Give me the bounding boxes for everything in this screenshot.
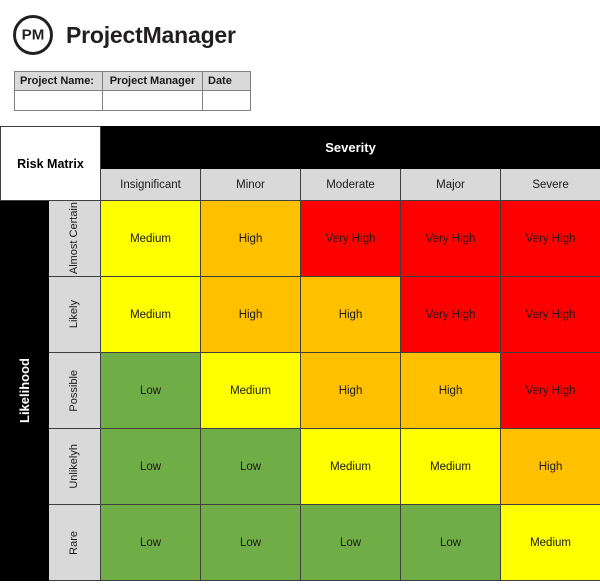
risk-cell-almost-certain-moderate[interactable]: Very High — [300, 200, 402, 277]
likelihood-level-label: Likely — [68, 300, 80, 329]
likelihood-level-label: Almost Certain — [68, 202, 80, 275]
risk-cell-possible-severe[interactable]: Very High — [500, 352, 600, 429]
risk-cell-almost-certain-major[interactable]: Very High — [400, 200, 502, 277]
matrix-severity-row: Risk Matrix Severity — [0, 126, 600, 201]
brand-name: ProjectManager — [66, 21, 236, 48]
severity-level-severe: Severe — [500, 168, 600, 201]
risk-cell-likely-major[interactable]: Very High — [400, 276, 502, 353]
risk-cell-rare-minor[interactable]: Low — [200, 504, 302, 581]
matrix-row: Unlikelyh Low Low Medium Medium High — [1, 428, 600, 505]
severity-level-major: Major — [400, 168, 502, 201]
project-manager-input[interactable] — [102, 90, 203, 111]
risk-cell-possible-major[interactable]: High — [400, 352, 502, 429]
likelihood-level-almost-certain: Almost Certain — [47, 200, 102, 277]
risk-cell-almost-certain-minor[interactable]: High — [200, 200, 302, 277]
risk-cell-unlikelyh-insignificant[interactable]: Low — [100, 428, 202, 505]
risk-cell-almost-certain-insignificant[interactable]: Medium — [100, 200, 202, 277]
likelihood-axis-label: Likelihood — [17, 358, 32, 423]
project-info-input-row — [14, 90, 251, 111]
date-label: Date — [202, 71, 251, 91]
project-manager-label: Project Manager — [102, 71, 203, 91]
risk-cell-unlikelyh-major[interactable]: Medium — [400, 428, 502, 505]
risk-cell-possible-moderate[interactable]: High — [300, 352, 402, 429]
risk-cell-unlikelyh-minor[interactable]: Low — [200, 428, 302, 505]
matrix-row: Likely Medium High High Very High Very High — [1, 276, 600, 353]
risk-cell-possible-minor[interactable]: Medium — [200, 352, 302, 429]
risk-cell-rare-severe[interactable]: Medium — [500, 504, 600, 581]
likelihood-level-possible: Possible — [47, 352, 102, 429]
risk-cell-possible-insignificant[interactable]: Low — [100, 352, 202, 429]
likelihood-level-likely: Likely — [47, 276, 102, 353]
matrix-body: Likelihood Almost Certain Medium High Very H… — [0, 200, 600, 581]
project-info-table: Project Name: Project Manager Date — [14, 71, 251, 111]
severity-level-minor: Minor — [200, 168, 302, 201]
risk-cell-likely-insignificant[interactable]: Medium — [100, 276, 202, 353]
matrix-row: Possible Low Medium High High Very High — [1, 352, 600, 429]
risk-matrix-page: PM ProjectManager Project Name: Project … — [0, 0, 600, 584]
risk-cell-unlikelyh-severe[interactable]: High — [500, 428, 600, 505]
matrix-corner-label: Risk Matrix — [0, 126, 102, 201]
date-input[interactable] — [202, 90, 251, 111]
likelihood-level-label: Rare — [68, 530, 80, 555]
likelihood-axis-cell: Likelihood — [0, 200, 49, 581]
likelihood-level-label: Unlikelyh — [68, 444, 80, 489]
risk-cell-almost-certain-severe[interactable]: Very High — [500, 200, 600, 277]
svg-text:PM: PM — [22, 27, 45, 44]
likelihood-level-rare: Rare — [47, 504, 102, 581]
risk-matrix-table: Risk Matrix Severity Insignificant Minor… — [0, 126, 600, 581]
risk-cell-rare-insignificant[interactable]: Low — [100, 504, 202, 581]
project-name-label: Project Name: — [14, 71, 103, 91]
matrix-row: Rare Low Low Low Low Medium — [1, 504, 600, 581]
likelihood-level-label: Possible — [68, 369, 80, 412]
matrix-row: Likelihood Almost Certain Medium High Very H… — [0, 200, 600, 581]
risk-cell-likely-severe[interactable]: Very High — [500, 276, 600, 353]
project-info-header-row: Project Name: Project Manager Date — [14, 71, 251, 91]
risk-cell-likely-minor[interactable]: High — [200, 276, 302, 353]
severity-axis-label: Severity — [100, 126, 600, 169]
project-name-input[interactable] — [14, 90, 103, 111]
risk-cell-rare-major[interactable]: Low — [400, 504, 502, 581]
severity-level-moderate: Moderate — [300, 168, 402, 201]
likelihood-level-unlikelyh: Unlikelyh — [47, 428, 102, 505]
pm-circle-logo-icon: PM — [13, 15, 53, 55]
risk-cell-unlikelyh-moderate[interactable]: Medium — [300, 428, 402, 505]
risk-cell-likely-moderate[interactable]: High — [300, 276, 402, 353]
brand-header: PM ProjectManager — [12, 12, 236, 58]
severity-level-insignificant: Insignificant — [100, 168, 202, 201]
risk-cell-rare-moderate[interactable]: Low — [300, 504, 402, 581]
